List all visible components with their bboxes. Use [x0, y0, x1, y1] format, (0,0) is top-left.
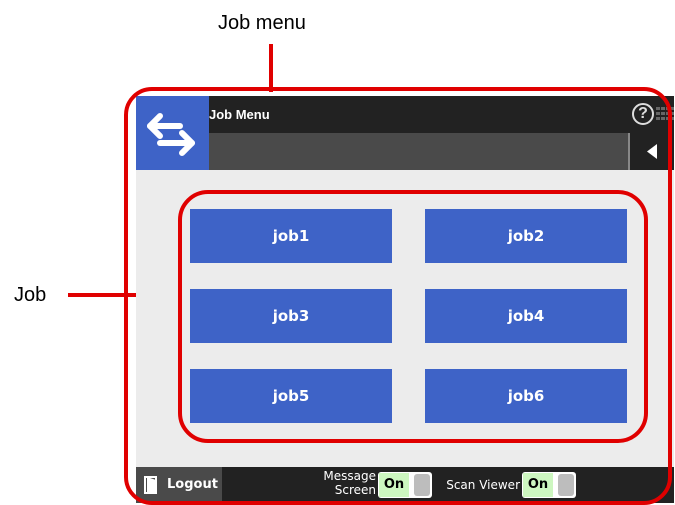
job-menu-callout-line [269, 44, 273, 92]
job-callout-label: Job [14, 284, 47, 306]
job-area-highlight-box [178, 190, 648, 443]
job-menu-callout-label: Job menu [218, 12, 306, 34]
